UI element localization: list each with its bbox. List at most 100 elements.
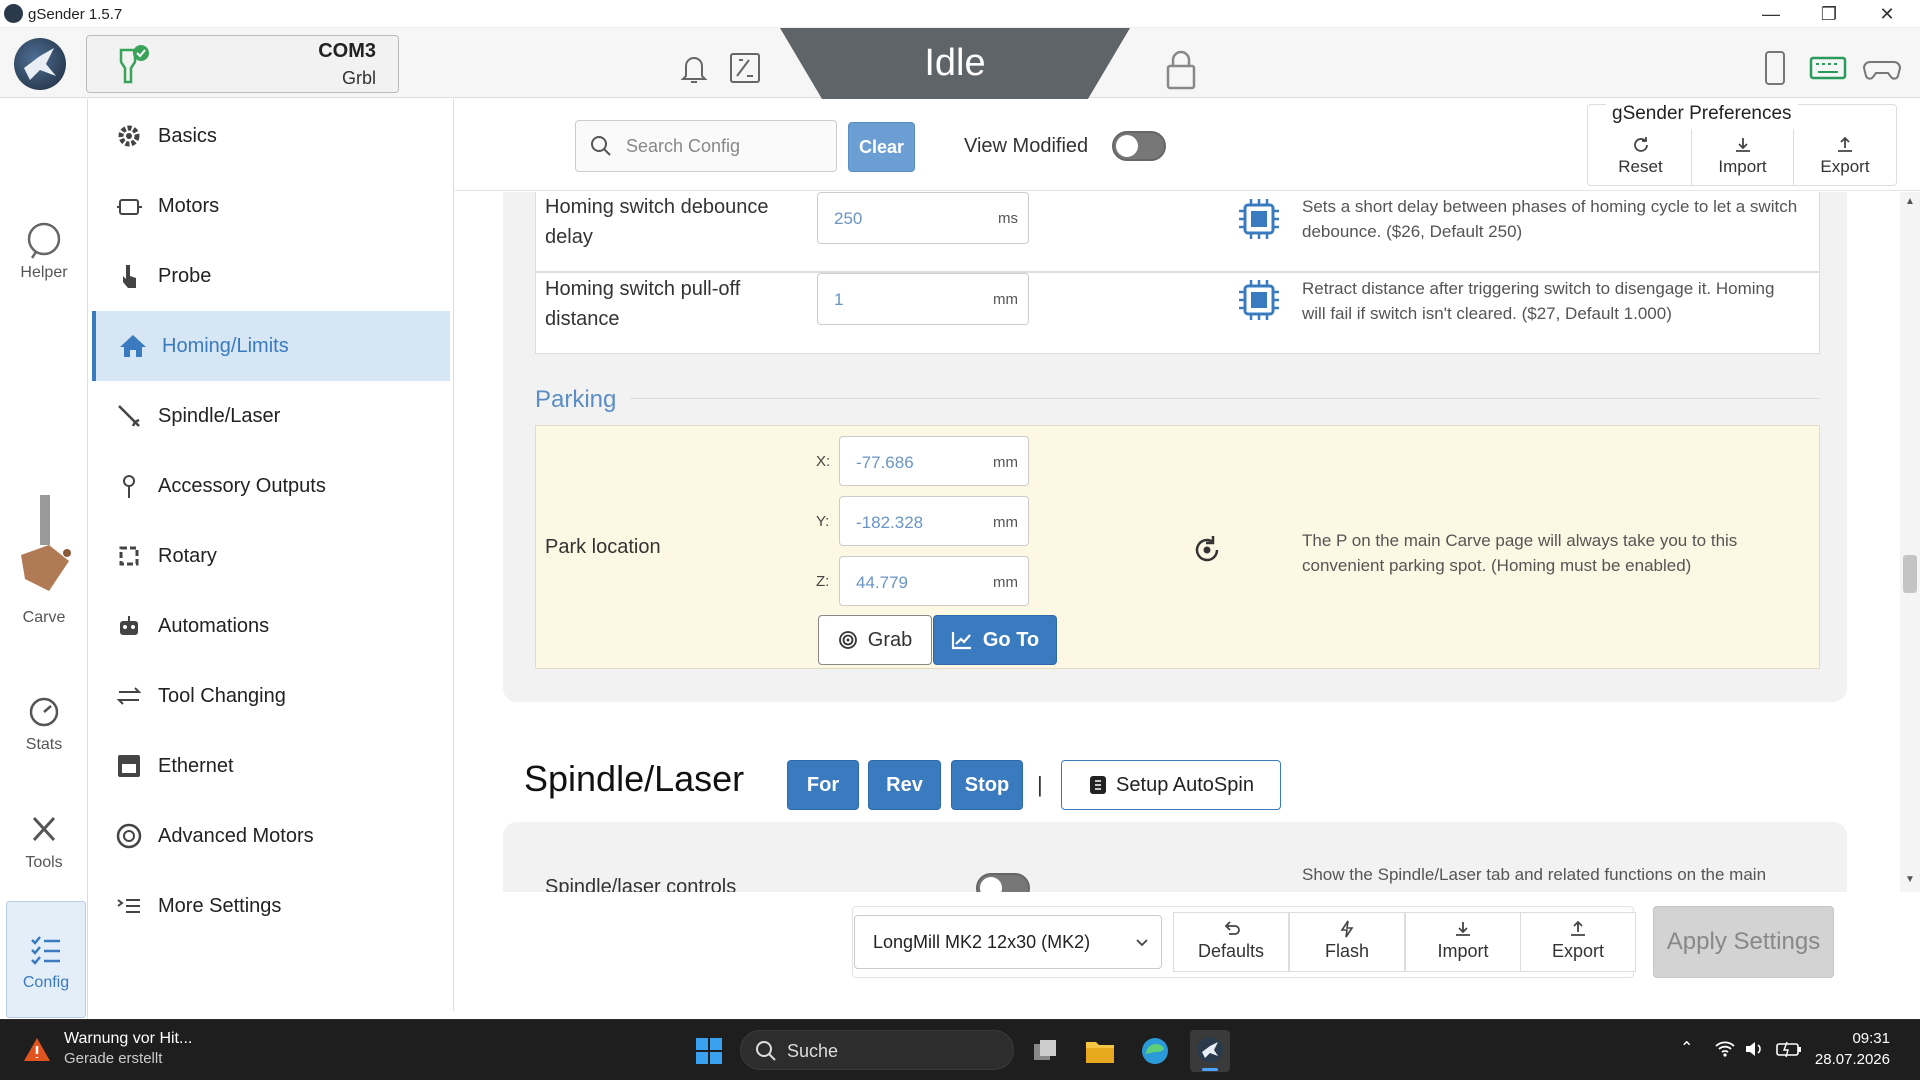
chevron-up-icon[interactable]: ⌃ (1680, 1038, 1693, 1058)
setup-autospin-button[interactable]: Setup AutoSpin (1061, 760, 1281, 810)
circuit-board-icon[interactable] (727, 48, 763, 88)
clear-button[interactable]: Clear (848, 122, 915, 172)
sidebar-item-advanced-motors[interactable]: Advanced Motors (92, 801, 450, 871)
grab-label: Grab (867, 628, 913, 651)
import-button[interactable]: Import (1405, 912, 1521, 972)
sidebar-item-spindle-laser[interactable]: Spindle/Laser (92, 381, 450, 451)
title-bar: gSender 1.5.7 — ❐ ✕ (0, 0, 1920, 28)
park-x-input[interactable]: -77.686 mm (839, 436, 1029, 486)
chip-icon (1239, 199, 1279, 239)
spindle-forward-button[interactable]: For (787, 760, 859, 810)
connection-selector[interactable]: COM3 Grbl (86, 35, 399, 93)
arrows-exchange-icon (114, 681, 144, 711)
ethernet-icon (114, 751, 144, 781)
minimize-button[interactable]: — (1742, 0, 1800, 28)
edge-browser-icon[interactable] (1140, 1036, 1170, 1066)
sidebar-item-accessory-outputs[interactable]: Accessory Outputs (92, 451, 450, 521)
search-icon (756, 1041, 776, 1061)
rail-tools[interactable]: Tools (0, 812, 88, 872)
phone-icon[interactable] (1756, 48, 1792, 88)
prefs-export-label: Export (1820, 157, 1870, 176)
battery-icon[interactable] (1776, 1040, 1802, 1058)
sidebar-item-motors[interactable]: Motors (92, 171, 450, 241)
park-z-input[interactable]: 44.779 mm (839, 556, 1029, 606)
sidebar-item-homing-limits[interactable]: Homing/Limits (92, 311, 450, 381)
warning-notification-icon[interactable] (22, 1035, 52, 1065)
speaker-icon[interactable] (1744, 1040, 1764, 1058)
file-explorer-icon[interactable] (1084, 1036, 1116, 1066)
debounce-desc-1: Sets a short delay between phases of hom… (1302, 197, 1798, 216)
pulloff-input[interactable]: 1 mm (817, 273, 1029, 325)
bell-icon[interactable] (676, 48, 712, 88)
gamepad-icon[interactable] (1862, 48, 1902, 88)
sidebar-item-ethernet[interactable]: Ethernet (92, 731, 450, 801)
chip-icon (1239, 280, 1279, 320)
park-x-unit: mm (993, 454, 1018, 471)
port-label: COM3 (318, 40, 376, 62)
sidebar-item-label: Accessory Outputs (158, 474, 326, 497)
sidebar-item-label: Tool Changing (158, 684, 286, 707)
home-icon (118, 331, 148, 361)
prefs-reset-button[interactable]: Reset (1590, 129, 1692, 185)
notification-title[interactable]: Warnung vor Hit... (64, 1030, 192, 1048)
rail-tools-label: Tools (25, 854, 63, 871)
taskbar-time[interactable]: 09:31 (1852, 1030, 1890, 1047)
restore-button[interactable]: ❐ (1800, 0, 1858, 28)
rail-stats[interactable]: Stats (0, 694, 88, 754)
scrollbar-thumb[interactable] (1903, 555, 1917, 593)
scroll-up-icon[interactable]: ▲ (1905, 196, 1915, 207)
windows-start-icon[interactable] (694, 1036, 724, 1066)
spindle-stop-button[interactable]: Stop (951, 760, 1023, 810)
goto-button[interactable]: Go To (933, 615, 1057, 665)
keyboard-icon[interactable] (1808, 48, 1847, 88)
wifi-icon[interactable] (1714, 1040, 1736, 1058)
sidebar-item-tool-changing[interactable]: Tool Changing (92, 661, 450, 731)
spindle-controls-toggle[interactable] (976, 873, 1030, 892)
sidebar-item-label: Spindle/Laser (158, 404, 281, 427)
parking-title: Parking (535, 386, 631, 414)
view-modified-label: View Modified (964, 135, 1089, 157)
spindle-reverse-button[interactable]: Rev (868, 760, 941, 810)
goto-label: Go To (982, 628, 1040, 651)
machine-profile-select[interactable]: LongMill MK2 12x30 (MK2) (854, 915, 1162, 969)
sidebar-item-label: Homing/Limits (162, 334, 289, 357)
prefs-export-button[interactable]: Export (1794, 129, 1896, 185)
task-view-icon[interactable] (1030, 1036, 1060, 1066)
rail-helper[interactable]: Helper (0, 222, 88, 282)
rail-config[interactable]: Config (6, 901, 86, 1018)
reset-park-icon[interactable] (1191, 534, 1223, 566)
taskbar-date[interactable]: 28.07.2026 (1815, 1051, 1890, 1068)
firmware-label: Grbl (341, 68, 376, 88)
rail-carve[interactable]: Carve (0, 495, 88, 627)
sidebar-item-basics[interactable]: Basics (92, 101, 450, 171)
scroll-down-icon[interactable]: ▼ (1905, 874, 1915, 885)
search-input[interactable]: Search Config (575, 120, 837, 172)
machine-status-text: Idle (924, 42, 986, 84)
sidebar-item-rotary[interactable]: Rotary (92, 521, 450, 591)
sidebar-item-label: Advanced Motors (158, 824, 314, 847)
prefs-reset-label: Reset (1618, 157, 1663, 176)
defaults-button[interactable]: Defaults (1173, 912, 1289, 972)
debounce-input[interactable]: 250 ms (817, 192, 1029, 244)
sidebar-item-more-settings[interactable]: More Settings (92, 871, 450, 941)
sidebar-item-automations[interactable]: Automations (92, 591, 450, 661)
taskbar-search[interactable]: Suche (740, 1030, 1014, 1070)
park-y-input[interactable]: -182.328 mm (839, 496, 1029, 546)
sidebar-item-probe[interactable]: Probe (92, 241, 450, 311)
gsender-taskbar-app[interactable] (1190, 1030, 1230, 1072)
grab-button[interactable]: Grab (818, 615, 932, 665)
autospin-icon (1090, 776, 1107, 794)
close-window-button[interactable]: ✕ (1858, 0, 1916, 28)
park-x-label: X: (816, 453, 831, 470)
lock-icon[interactable] (1163, 48, 1199, 90)
rail-carve-label: Carve (22, 609, 66, 626)
download-icon (1456, 922, 1470, 936)
pulloff-label-2: distance (545, 308, 620, 330)
export-button[interactable]: Export (1520, 912, 1636, 972)
prefs-import-button[interactable]: Import (1692, 129, 1794, 185)
content-scrollbar[interactable]: ▲ ▼ (1900, 192, 1920, 892)
flash-button[interactable]: Flash (1289, 912, 1405, 972)
spindle-controls-label: Spindle/laser controls (545, 876, 737, 892)
view-modified-toggle[interactable] (1112, 131, 1166, 161)
apply-settings-button[interactable]: Apply Settings (1653, 906, 1834, 978)
